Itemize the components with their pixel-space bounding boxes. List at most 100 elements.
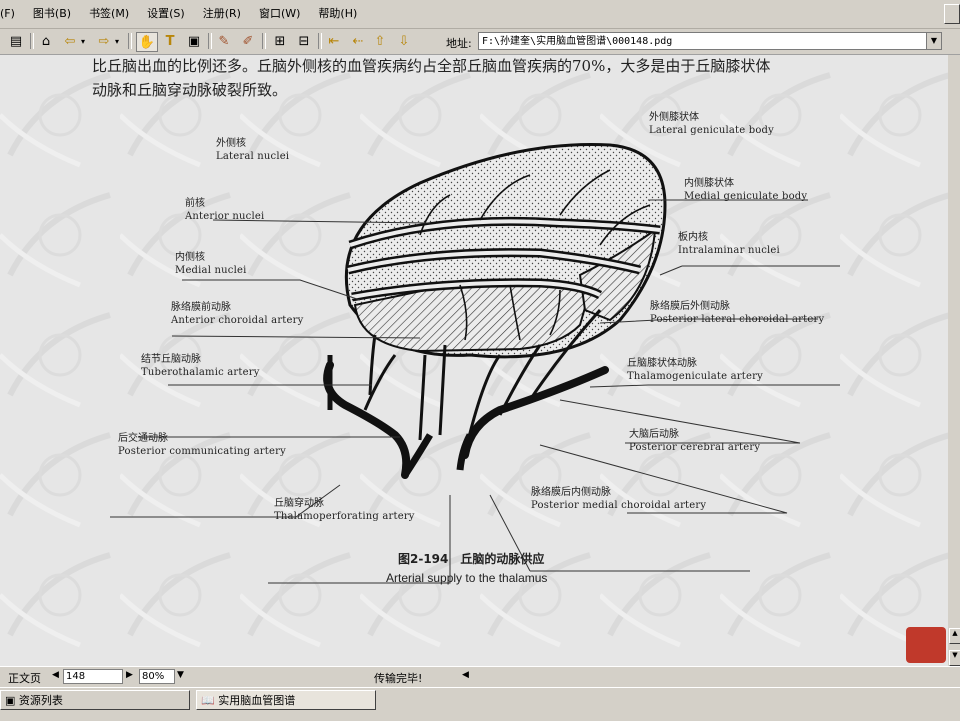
menu-bar: (F) 图书(B) 书签(M) 设置(S) 注册(R) 窗口(W) 帮助(H) [0,0,960,29]
menu-bookmark[interactable]: 书签(M) [80,1,138,27]
label-tuberothalamic-zh: 结节丘脑动脉 [141,354,201,365]
label-anterior-nuclei: 前核 Anterior nuclei [185,197,264,223]
menu-settings[interactable]: 设置(S) [138,1,194,27]
label-posterior-cerebral-zh: 大脑后动脉 [629,429,679,440]
label-posterior-lateral-choroidal-en: Posterior lateral choroidal artery [650,314,825,325]
label-lateral-geniculate-en: Lateral geniculate body [649,125,775,136]
label-anterior-choroidal-en: Anterior choroidal artery [171,315,304,326]
highlight-icon[interactable]: ✐ [238,32,258,50]
book-window-label: 实用脑血管图谱 [218,694,296,707]
label-lateral-nuclei: 外侧核 Lateral nuclei [216,137,289,163]
address-input[interactable]: F:\孙建奎\实用脑血管图谱\000148.pdg [478,32,928,50]
label-thalamogeniculate-zh: 丘脑膝状体动脉 [627,358,697,369]
zoom-select[interactable]: 80% [139,669,175,684]
label-anterior-nuclei-en: Anterior nuclei [185,211,265,222]
label-medial-nuclei: 内侧核 Medial nuclei [175,251,247,277]
toolbar-separator [318,33,322,49]
page-up-icon[interactable]: ⇧ [370,32,390,50]
label-anterior-choroidal: 脉络膜前动脉 Anterior choroidal artery [171,301,303,327]
address-dropdown-icon[interactable]: ▼ [926,32,942,50]
label-lateral-nuclei-zh: 外侧核 [216,138,246,149]
figure-caption-zh: 图2-194 丘脑的动脉供应 [398,552,545,566]
status-scroll-left-icon[interactable]: ◀ [462,670,469,680]
document-viewer[interactable]: 比丘脑出血的比例还多。丘脑外侧核的血管疾病约占全部丘脑血管疾病的70%，大多是由… [0,55,948,666]
hand-tool-icon[interactable]: ✋ [136,32,158,52]
label-thalamoperforating-zh: 丘脑穿动脉 [274,498,324,509]
toolbar-separator [128,33,132,49]
label-tuberothalamic: 结节丘脑动脉 Tuberothalamic artery [141,353,260,379]
text-select-icon[interactable]: T [160,32,180,50]
toolbar-separator [30,33,34,49]
region-select-icon[interactable]: ▣ [184,32,204,50]
label-lateral-geniculate: 外侧膝状体 Lateral geniculate body [649,111,774,137]
leader-posterior-lateral-choroidal [589,384,840,388]
menu-file[interactable]: (F) [0,1,24,27]
window-restore-button[interactable] [944,4,960,24]
page-down-icon[interactable]: ⇩ [394,32,414,50]
label-intralaminar-zh: 板内核 [678,232,708,243]
scroll-up-icon[interactable]: ▲ [949,628,960,644]
label-posterior-communicating-en: Posterior communicating artery [118,446,286,457]
book-icon: 📖 [201,694,215,707]
prev-page-icon[interactable]: ⇠ [348,32,368,50]
label-posterior-communicating: 后交通动脉 Posterior communicating artery [118,432,286,458]
label-posterior-medial-choroidal: 脉络膜后内侧动脉 Posterior medial choroidal arte… [531,486,706,512]
label-posterior-cerebral: 大脑后动脉 Posterior cerebral artery [629,428,760,454]
status-message: 传输完毕! [374,672,423,685]
label-posterior-lateral-choroidal-zh: 脉络膜后外侧动脉 [650,301,730,312]
forward-dropdown-icon[interactable]: ▾ [112,32,122,50]
label-anterior-choroidal-zh: 脉络膜前动脉 [171,302,231,313]
home-icon[interactable]: ⌂ [36,32,56,50]
menu-window[interactable]: 窗口(W) [250,1,309,27]
label-medial-geniculate-zh: 内侧膝状体 [684,178,734,189]
leader-anterior-nuclei [182,279,361,301]
vertical-scrollbar[interactable]: ▲ ▼ [948,55,960,666]
resource-list-icon: ▣ [5,694,16,707]
label-lateral-geniculate-zh: 外侧膝状体 [649,112,699,123]
view-mode-label[interactable]: 正文页 [8,670,41,686]
label-thalamoperforating: 丘脑穿动脉 Thalamoperforating artery [274,497,415,523]
label-posterior-cerebral-en: Posterior cerebral artery [629,442,761,453]
label-tuberothalamic-en: Tuberothalamic artery [141,367,260,378]
menu-register[interactable]: 注册(R) [194,1,250,27]
leader-medial-geniculate [659,265,840,276]
page-number-input[interactable]: 148 [63,669,123,684]
back-dropdown-icon[interactable]: ▾ [78,32,88,50]
prev-page-arrow-icon[interactable]: ◀ [52,670,59,680]
resource-list-label: 资源列表 [18,694,63,707]
basilar-artery [402,433,474,477]
menu-book[interactable]: 图书(B) [24,1,80,27]
label-thalamoperforating-en: Thalamoperforating artery [274,511,415,522]
label-medial-geniculate: 内侧膝状体 Medial geniculate body [684,177,807,203]
book-window-button[interactable]: 📖 实用脑血管图谱 [196,690,376,710]
next-page-arrow-icon[interactable]: ▶ [126,670,133,680]
back-icon[interactable]: ⇦ [60,32,80,50]
app-logo [906,627,946,663]
toolbar-separator [208,33,212,49]
label-thalamogeniculate: 丘脑膝状体动脉 Thalamogeniculate artery [627,357,763,383]
label-posterior-medial-choroidal-zh: 脉络膜后内侧动脉 [531,487,611,498]
forward-icon[interactable]: ⇨ [94,32,114,50]
fit-width-icon[interactable]: ⊞ [270,32,290,50]
toc-icon[interactable]: ▤ [6,32,26,50]
label-posterior-medial-choroidal-en: Posterior medial choroidal artery [531,500,707,511]
label-posterior-communicating-zh: 后交通动脉 [118,433,168,444]
label-medial-nuclei-en: Medial nuclei [175,265,247,276]
label-thalamogeniculate-en: Thalamogeniculate artery [627,371,763,382]
resource-list-button[interactable]: ▣ 资源列表 [0,690,190,710]
label-medial-geniculate-en: Medial geniculate body [684,191,808,202]
posterior-cerebral-artery [323,361,609,479]
scroll-down-icon[interactable]: ▼ [949,650,960,666]
annotate-icon[interactable]: ✎ [214,32,234,50]
fit-page-icon[interactable]: ⊟ [294,32,314,50]
menu-help[interactable]: 帮助(H) [309,1,366,27]
first-page-icon[interactable]: ⇤ [324,32,344,50]
label-anterior-nuclei-zh: 前核 [185,198,205,209]
label-intralaminar-en: Intralaminar nuclei [678,245,780,256]
label-intralaminar: 板内核 Intralaminar nuclei [678,231,780,257]
choroidal-branch [368,334,377,396]
label-medial-nuclei-zh: 内侧核 [175,252,205,263]
zoom-dropdown-icon[interactable]: ▼ [177,670,184,680]
figure-caption-en: Arterial supply to the thalamus [386,571,548,585]
toolbar-separator [262,33,266,49]
